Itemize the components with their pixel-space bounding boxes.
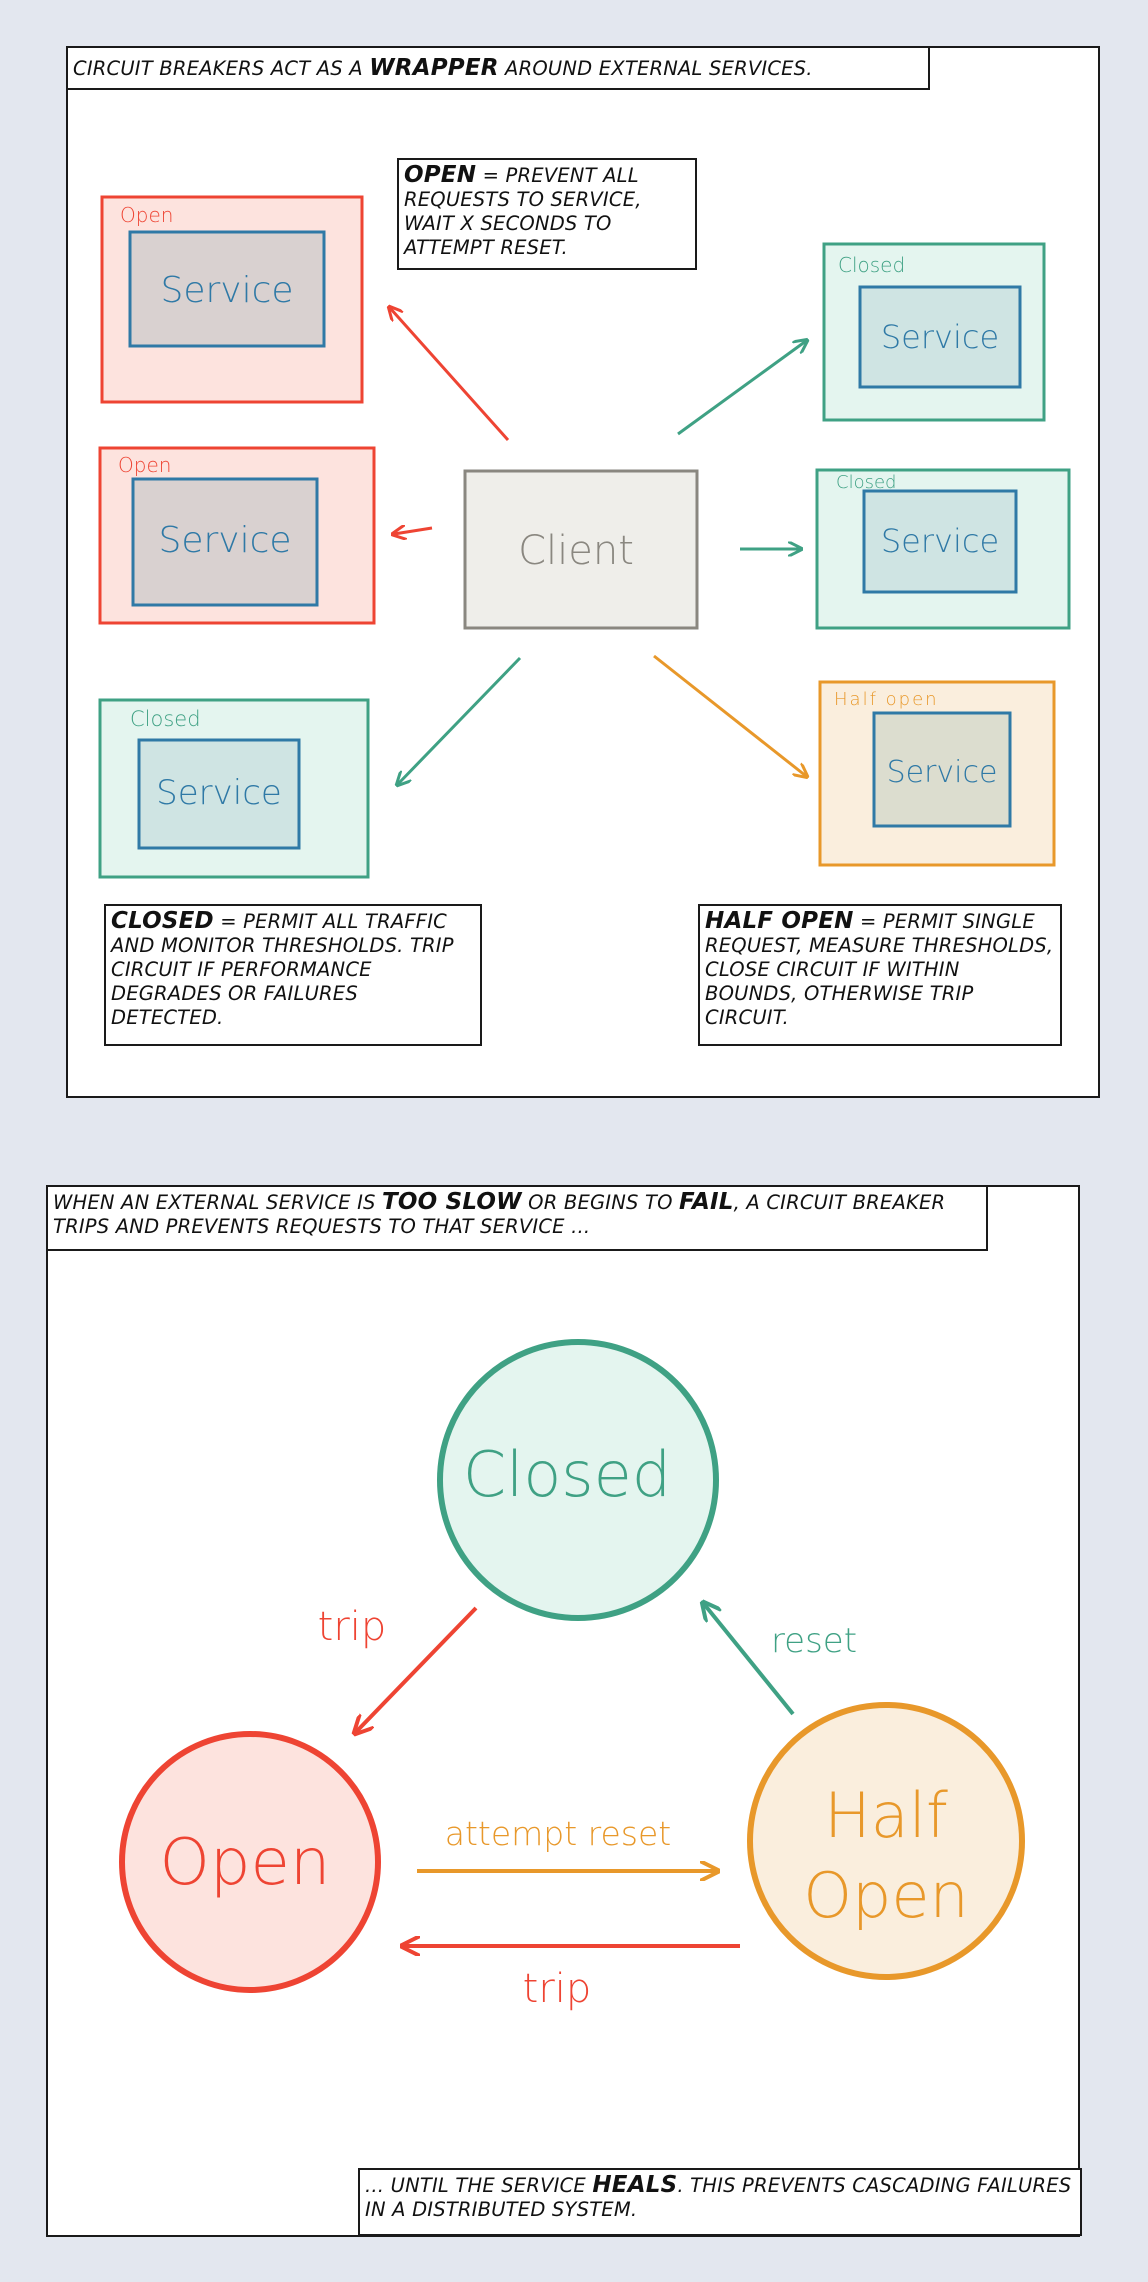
caption-layer: Circuit breakers act as a wrapper around…: [0, 0, 1148, 2282]
closed-definition-note: Closed = permit all traffic and monitor …: [104, 904, 482, 1046]
note-term: Half open: [705, 908, 854, 934]
caption-text: or begins to: [521, 1191, 680, 1214]
open-definition-note: Open = prevent all requests to service, …: [397, 158, 697, 270]
note-term: Open: [404, 162, 477, 188]
panel2-title-caption: When an external service is too slow or …: [46, 1185, 988, 1251]
caption-text: ... until the service: [365, 2174, 593, 2197]
caption-emphasis: too slow: [382, 1189, 522, 1215]
panel1-title-caption: Circuit breakers act as a wrapper around…: [66, 46, 930, 90]
caption-text: When an external service is: [53, 1191, 383, 1214]
note-term: Closed: [111, 908, 214, 934]
caption-emphasis: fail: [679, 1189, 734, 1215]
half-open-definition-note: Half open = permit single request, measu…: [698, 904, 1062, 1046]
caption-text: around external services.: [498, 57, 813, 80]
caption-emphasis: heals: [592, 2172, 678, 2198]
panel2-bottom-caption: ... until the service heals. This preven…: [358, 2168, 1082, 2236]
caption-emphasis: wrapper: [369, 55, 499, 81]
caption-text: Circuit breakers act as a: [73, 57, 370, 80]
